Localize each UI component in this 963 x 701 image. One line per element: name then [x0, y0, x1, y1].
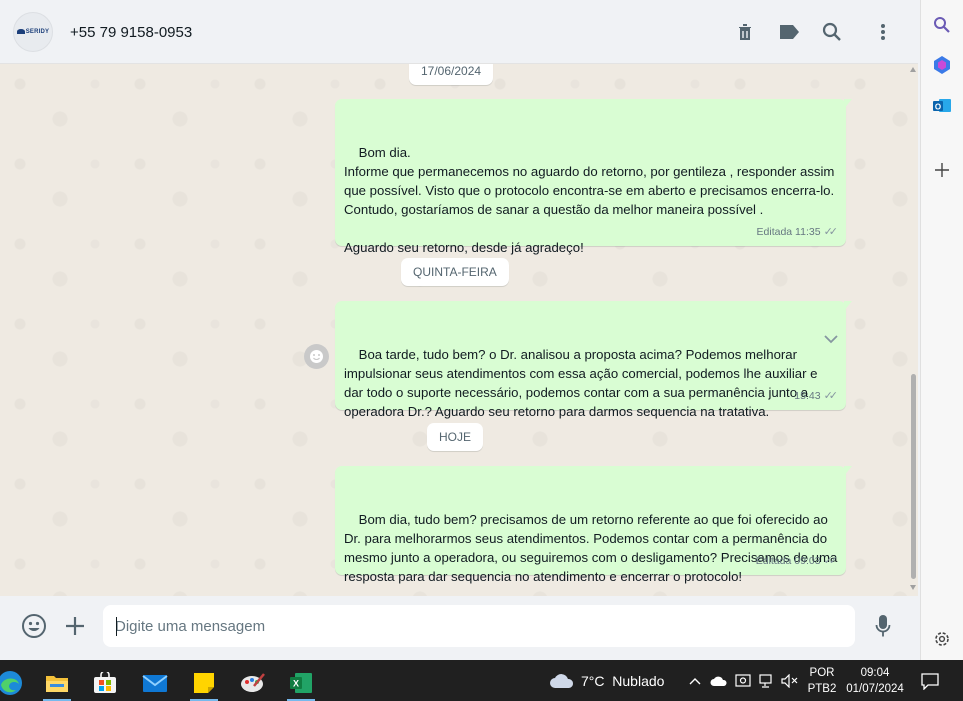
- weather-condition: Nublado: [612, 673, 665, 689]
- sticky-notes-icon[interactable]: [184, 664, 224, 701]
- chat-scrollbar[interactable]: [909, 64, 918, 596]
- chat-header: SERIDY +55 79 9158-0953: [0, 0, 918, 64]
- language-code: POR: [809, 667, 835, 679]
- svg-text:O: O: [935, 103, 941, 112]
- temperature: 7°C: [581, 673, 605, 689]
- chevron-up-icon[interactable]: [686, 672, 704, 690]
- date-chip: 17/06/2024: [409, 64, 494, 85]
- message-time: Editada 11:35: [756, 226, 821, 238]
- clock-date: 01/07/2024: [846, 683, 904, 695]
- message-input[interactable]: [103, 605, 855, 647]
- clock[interactable]: 09:04 01/07/2024: [842, 665, 908, 697]
- svg-text:X: X: [293, 678, 299, 688]
- compose-bar: [0, 596, 918, 658]
- onedrive-icon[interactable]: [710, 672, 728, 690]
- volume-muted-icon[interactable]: [781, 672, 799, 690]
- double-check-icon: ✓✓: [823, 226, 839, 238]
- mail-icon[interactable]: [135, 664, 175, 701]
- double-check-icon: ✓✓: [823, 555, 839, 567]
- text-caret: [116, 617, 117, 636]
- scroll-up-arrow-icon[interactable]: [910, 67, 916, 72]
- date-chip: HOJE: [427, 423, 484, 451]
- avatar-logo: SERIDY: [17, 29, 50, 35]
- emoji-icon[interactable]: [20, 612, 48, 640]
- chevron-down-icon[interactable]: [802, 311, 838, 368]
- scroll-thumb[interactable]: [911, 374, 916, 579]
- bubble-tail: [844, 466, 852, 476]
- outlook-icon[interactable]: O: [930, 94, 954, 118]
- microsoft-store-icon[interactable]: [85, 664, 125, 701]
- edge-icon[interactable]: [0, 664, 30, 701]
- copilot-icon[interactable]: [930, 53, 954, 77]
- weather-widget[interactable]: 7°C Nublado: [581, 673, 664, 689]
- message-meta: 15:43 ✓✓: [794, 387, 838, 406]
- screen-icon[interactable]: [734, 672, 752, 690]
- contact-name[interactable]: +55 79 9158-0953: [70, 24, 192, 41]
- browser-sidebar: O: [920, 0, 963, 660]
- message-text: Boa tarde, tudo bem? o Dr. analisou a pr…: [344, 347, 822, 419]
- message-time: 15:43: [794, 390, 821, 402]
- excel-icon[interactable]: X: [281, 664, 321, 701]
- message-text: Bom dia, tudo bem? precisamos de um reto…: [344, 512, 841, 584]
- double-check-icon: ✓✓: [823, 390, 839, 402]
- keyboard-layout: PTB2: [807, 683, 837, 695]
- message-bubble[interactable]: Bom dia. Informe que permanecemos no agu…: [335, 99, 852, 255]
- scroll-down-arrow-icon[interactable]: [910, 585, 916, 590]
- trash-icon[interactable]: [733, 20, 757, 44]
- search-icon[interactable]: [930, 13, 954, 37]
- react-emoji-icon[interactable]: [304, 344, 329, 369]
- notifications-icon[interactable]: [920, 672, 940, 690]
- paint-icon[interactable]: [233, 664, 273, 701]
- date-chip: QUINTA-FEIRA: [401, 258, 509, 286]
- message-time: Editada 09:03: [755, 555, 821, 567]
- label-icon[interactable]: [777, 20, 801, 44]
- message-bubble[interactable]: Boa tarde, tudo bem? o Dr. analisou a pr…: [335, 301, 852, 419]
- cloud-icon[interactable]: [549, 672, 575, 690]
- mic-icon[interactable]: [869, 612, 897, 640]
- network-icon[interactable]: [758, 672, 776, 690]
- bubble-tail: [844, 99, 852, 109]
- more-vert-icon[interactable]: [871, 20, 895, 44]
- input-language[interactable]: POR PTB2: [806, 665, 838, 697]
- file-explorer-icon[interactable]: [37, 664, 77, 701]
- attach-plus-icon[interactable]: [61, 612, 89, 640]
- clock-time: 09:04: [860, 667, 890, 679]
- message-meta: Editada 11:35 ✓✓: [756, 223, 839, 242]
- add-icon[interactable]: [930, 158, 954, 182]
- bubble-tail: [844, 301, 852, 311]
- message-bubble[interactable]: Bom dia, tudo bem? precisamos de um reto…: [335, 466, 852, 584]
- search-icon[interactable]: [820, 20, 844, 44]
- settings-icon[interactable]: [930, 627, 954, 651]
- chat-panel: 17/06/2024 Bom dia. Informe que permanec…: [0, 64, 918, 596]
- contact-avatar[interactable]: SERIDY: [13, 12, 53, 52]
- message-meta: Editada 09:03 ✓✓: [756, 552, 838, 571]
- windows-taskbar: X 7°C Nublado POR PTB2 09:04 01/07/2024: [0, 660, 963, 701]
